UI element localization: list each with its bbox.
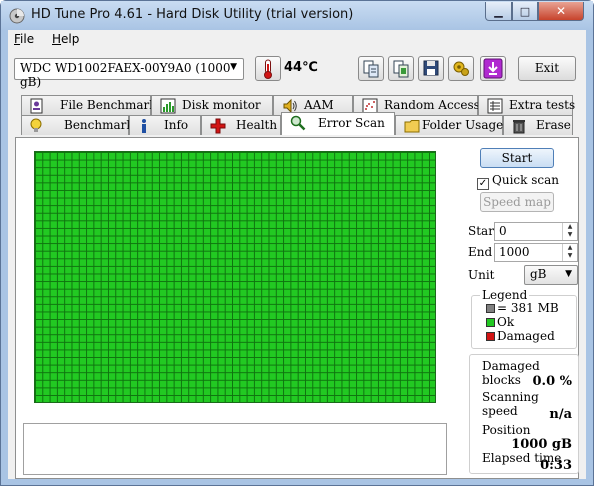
close-button[interactable]: ✕ — [538, 2, 584, 21]
info-icon — [142, 119, 146, 133]
legend-ok: Ok — [486, 315, 514, 329]
temperature-value: 44℃ — [284, 60, 318, 75]
unit-select[interactable]: gB ▼ — [524, 265, 578, 285]
end-field-label: End — [468, 245, 493, 259]
spin-arrows-icon[interactable]: ▲ ▼ — [562, 244, 577, 261]
folder-icon — [404, 120, 420, 133]
copy-info-icon — [363, 60, 379, 78]
options-icon — [453, 61, 469, 76]
gray-swatch-icon — [486, 304, 495, 313]
scanning-speed-value: n/a — [549, 407, 572, 422]
menu-help[interactable]: Help — [52, 32, 79, 46]
tab-health[interactable]: Health — [201, 115, 281, 135]
copy-info-button[interactable] — [358, 56, 384, 81]
thermometer-icon — [264, 59, 272, 79]
unit-label: Unit — [468, 268, 495, 282]
minimize-button[interactable]: ▁ — [485, 2, 512, 21]
quick-scan-checkbox[interactable]: ✓ Quick scan — [477, 173, 559, 190]
red-swatch-icon — [486, 332, 495, 341]
start-input[interactable]: 0 ▲ ▼ — [494, 222, 578, 241]
client-area: File Help WDC WD1002FAEX-00Y9A0 (1000 gB… — [8, 30, 586, 479]
green-swatch-icon — [486, 318, 495, 327]
app-window: HD Tune Pro 4.61 - Hard Disk Utility (tr… — [0, 0, 594, 486]
lightbulb-icon — [30, 118, 42, 132]
legend-block-size: = 381 MB — [486, 301, 559, 315]
tab-strip: File Benchmark Disk monitor AAM Random A… — [8, 95, 586, 137]
position-value: 1000 gB — [511, 437, 572, 452]
position-label: Position — [482, 423, 531, 437]
app-icon — [9, 8, 25, 24]
download-button[interactable] — [480, 56, 506, 81]
tab-folder-usage[interactable]: Folder Usage — [395, 115, 503, 135]
chevron-down-icon: ▼ — [565, 269, 572, 279]
copy-screen-button[interactable] — [388, 56, 414, 81]
chevron-down-icon: ▼ — [230, 62, 237, 72]
health-cross-icon — [210, 118, 226, 134]
maximize-button[interactable]: □ — [512, 2, 538, 21]
checkbox-checked-icon: ✓ — [477, 178, 489, 190]
trash-icon — [513, 120, 525, 134]
tab-file-benchmark[interactable]: File Benchmark — [21, 95, 157, 115]
log-box[interactable] — [23, 423, 447, 475]
error-scan-panel: Start ✓ Quick scan Speed map Start 0 ▲ ▼ E… — [15, 137, 579, 479]
tab-disk-monitor[interactable]: Disk monitor — [151, 95, 273, 115]
tab-error-scan[interactable]: Error Scan — [281, 112, 395, 135]
tab-info[interactable]: Info — [129, 115, 201, 135]
legend-box: Legend = 381 MB Ok Damaged — [471, 288, 577, 349]
speed-map-button[interactable]: Speed map — [480, 192, 554, 212]
toolbar: WDC WD1002FAEX-00Y9A0 (1000 gB) ▼ 44℃ Ex… — [8, 51, 586, 89]
menu-file[interactable]: File — [14, 32, 34, 46]
block-map — [34, 151, 436, 403]
window-title: HD Tune Pro 4.61 - Hard Disk Utility (tr… — [31, 7, 354, 22]
stats-box: Damaged blocks 0.0 % Scanning speed n/a … — [469, 354, 579, 474]
temperature-button[interactable] — [255, 56, 281, 81]
save-icon — [423, 60, 439, 76]
elapsed-time-value: 0:33 — [540, 458, 572, 473]
file-benchmark-icon — [30, 98, 43, 114]
start-button[interactable]: Start — [480, 148, 554, 168]
damaged-blocks-value: 0.0 % — [532, 374, 573, 389]
disk-monitor-icon — [160, 98, 176, 114]
title-bar[interactable]: HD Tune Pro 4.61 - Hard Disk Utility (tr… — [1, 1, 593, 30]
menu-bar: File Help — [8, 30, 586, 50]
tab-erase[interactable]: Erase — [503, 115, 573, 135]
magnifier-icon — [290, 115, 306, 131]
exit-button[interactable]: Exit — [518, 56, 576, 81]
tab-benchmark[interactable]: Benchmark — [21, 115, 134, 135]
drive-select[interactable]: WDC WD1002FAEX-00Y9A0 (1000 gB) ▼ — [14, 58, 244, 89]
copy-screen-icon — [393, 60, 409, 78]
legend-title: Legend — [480, 288, 530, 302]
save-button[interactable] — [418, 56, 444, 81]
spin-arrows-icon[interactable]: ▲ ▼ — [562, 223, 577, 240]
extra-tests-icon — [487, 98, 503, 114]
download-icon — [483, 58, 503, 79]
legend-damaged: Damaged — [486, 329, 555, 343]
options-button[interactable] — [448, 56, 474, 81]
end-input[interactable]: 1000 ▲ ▼ — [494, 243, 578, 262]
tab-extra-tests[interactable]: Extra tests — [478, 95, 575, 115]
